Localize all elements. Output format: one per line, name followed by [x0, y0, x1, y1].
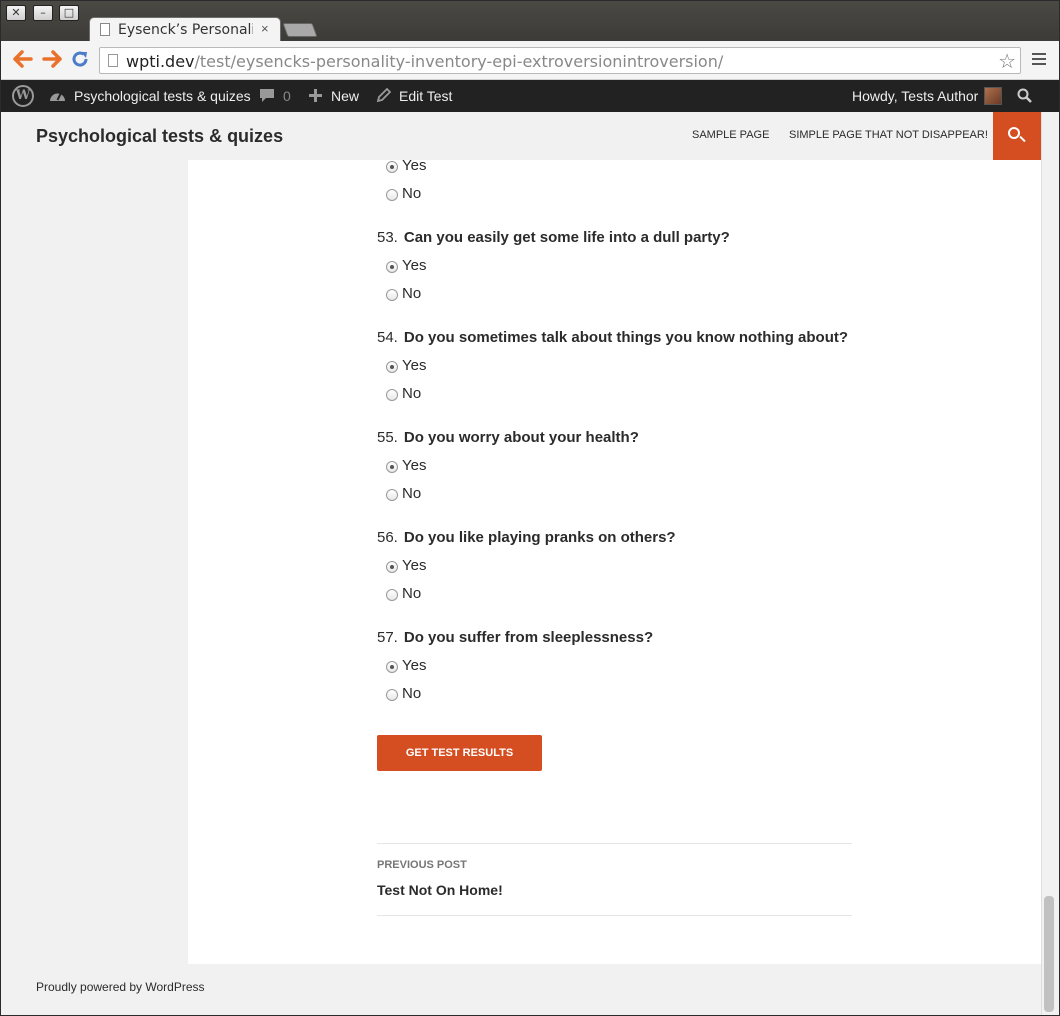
comments-count[interactable]: 0 — [283, 88, 291, 104]
scrollbar-thumb[interactable] — [1044, 896, 1054, 1012]
admin-search-icon[interactable] — [1017, 88, 1032, 106]
question-number: 55. — [377, 429, 398, 446]
radio-button[interactable] — [386, 461, 398, 473]
comments-icon[interactable] — [259, 88, 275, 106]
browser-toolbar: wpti.dev/test/eysencks-personality-inven… — [1, 41, 1059, 80]
answer-label: Yes — [402, 157, 427, 174]
radio-button[interactable] — [386, 489, 398, 501]
site-search-button[interactable] — [993, 112, 1041, 160]
radio-button[interactable] — [386, 289, 398, 301]
url-path: /test/eysencks-personality-inventory-epi… — [194, 52, 724, 71]
answer-label: Yes — [402, 657, 427, 674]
divider — [377, 843, 852, 844]
search-icon — [1008, 127, 1020, 139]
footer-credit[interactable]: Proudly powered by WordPress — [36, 980, 205, 994]
wp-admin-bar: W Psychological tests & quizes 0 New Edi… — [1, 80, 1059, 112]
browser-tab[interactable]: Eysenck’s Personality × — [89, 17, 281, 42]
answer-label: Yes — [402, 457, 427, 474]
get-test-results-button[interactable]: GET TEST RESULTS — [377, 735, 542, 771]
forward-icon[interactable] — [42, 50, 62, 71]
site-header: Psychological tests & quizes SAMPLE PAGE… — [1, 112, 1041, 160]
tab-close-icon[interactable]: × — [261, 21, 269, 36]
url-text: wpti.dev/test/eysencks-personality-inven… — [126, 52, 723, 71]
page-icon — [100, 23, 110, 36]
previous-post-link[interactable]: Test Not On Home! — [377, 882, 503, 898]
question-heading: 55. Do you worry about your health? — [377, 429, 639, 446]
maximize-window-button[interactable]: □ — [59, 5, 79, 21]
question-heading: 57. Do you suffer from sleeplessness? — [377, 629, 653, 646]
browser-window: ✕ – □ Eysenck’s Personality × wpti.dev/t… — [0, 0, 1060, 1016]
menu-sample-page[interactable]: SAMPLE PAGE — [692, 129, 769, 141]
bookmark-star-icon[interactable]: ☆ — [998, 49, 1016, 74]
menu-simple-page[interactable]: SIMPLE PAGE THAT NOT DISAPPEAR! — [789, 129, 988, 141]
radio-button[interactable] — [386, 389, 398, 401]
site-title[interactable]: Psychological tests & quizes — [36, 126, 283, 147]
reload-icon[interactable] — [71, 50, 89, 71]
page-icon — [108, 54, 118, 67]
question-text: Do you like playing pranks on others? — [403, 529, 676, 546]
pencil-icon[interactable] — [376, 87, 392, 106]
answer-label: No — [402, 585, 422, 602]
radio-button[interactable] — [386, 189, 398, 201]
radio-button[interactable] — [386, 689, 398, 701]
question-number: 53. — [377, 229, 398, 246]
radio-button[interactable] — [386, 589, 398, 601]
radio-button[interactable] — [386, 261, 398, 273]
tab-strip: ✕ – □ Eysenck’s Personality × — [1, 1, 1059, 42]
avatar[interactable] — [984, 87, 1002, 105]
edit-test-link[interactable]: Edit Test — [399, 88, 452, 104]
answer-label: No — [402, 485, 422, 502]
answer-label: No — [402, 385, 422, 402]
radio-button[interactable] — [386, 561, 398, 573]
radio-button[interactable] — [386, 661, 398, 673]
plus-icon[interactable] — [308, 88, 323, 106]
question-number: 56. — [377, 529, 398, 546]
radio-button[interactable] — [386, 361, 398, 373]
question-text: Can you easily get some life into a dull… — [403, 229, 730, 246]
answer-label: No — [402, 185, 422, 202]
minimize-window-button[interactable]: – — [33, 5, 53, 21]
admin-site-name[interactable]: Psychological tests & quizes — [74, 88, 251, 104]
answer-label: Yes — [402, 357, 427, 374]
new-tab-button[interactable] — [282, 23, 318, 37]
howdy-user[interactable]: Howdy, Tests Author — [852, 88, 978, 104]
question-text: Do you worry about your health? — [403, 429, 639, 446]
question-number: 54. — [377, 329, 398, 346]
question-text: Do you sometimes talk about things you k… — [403, 329, 849, 346]
previous-post-label: PREVIOUS POST — [377, 859, 467, 871]
answer-label: No — [402, 685, 422, 702]
browser-menu-icon[interactable] — [1032, 53, 1046, 68]
address-bar[interactable]: wpti.dev/test/eysencks-personality-inven… — [99, 47, 1021, 74]
question-heading: 54. Do you sometimes talk about things yo… — [377, 329, 848, 346]
scrollbar-track[interactable] — [1041, 112, 1059, 1015]
divider — [377, 915, 852, 916]
dashboard-icon[interactable] — [49, 88, 66, 106]
close-window-button[interactable]: ✕ — [6, 5, 26, 21]
radio-button[interactable] — [386, 161, 398, 173]
question-text: Do you suffer from sleeplessness? — [403, 629, 654, 646]
answer-label: Yes — [402, 557, 427, 574]
question-heading: 53. Can you easily get some life into a d… — [377, 229, 730, 246]
question-heading: 56. Do you like playing pranks on others? — [377, 529, 676, 546]
answer-label: No — [402, 285, 422, 302]
back-icon[interactable] — [13, 50, 33, 71]
wordpress-logo-icon[interactable]: W — [12, 85, 34, 107]
new-menu[interactable]: New — [331, 88, 359, 104]
tab-title: Eysenck’s Personality — [118, 22, 253, 38]
answer-label: Yes — [402, 257, 427, 274]
question-number: 57. — [377, 629, 398, 646]
url-host: wpti.dev — [126, 52, 195, 71]
